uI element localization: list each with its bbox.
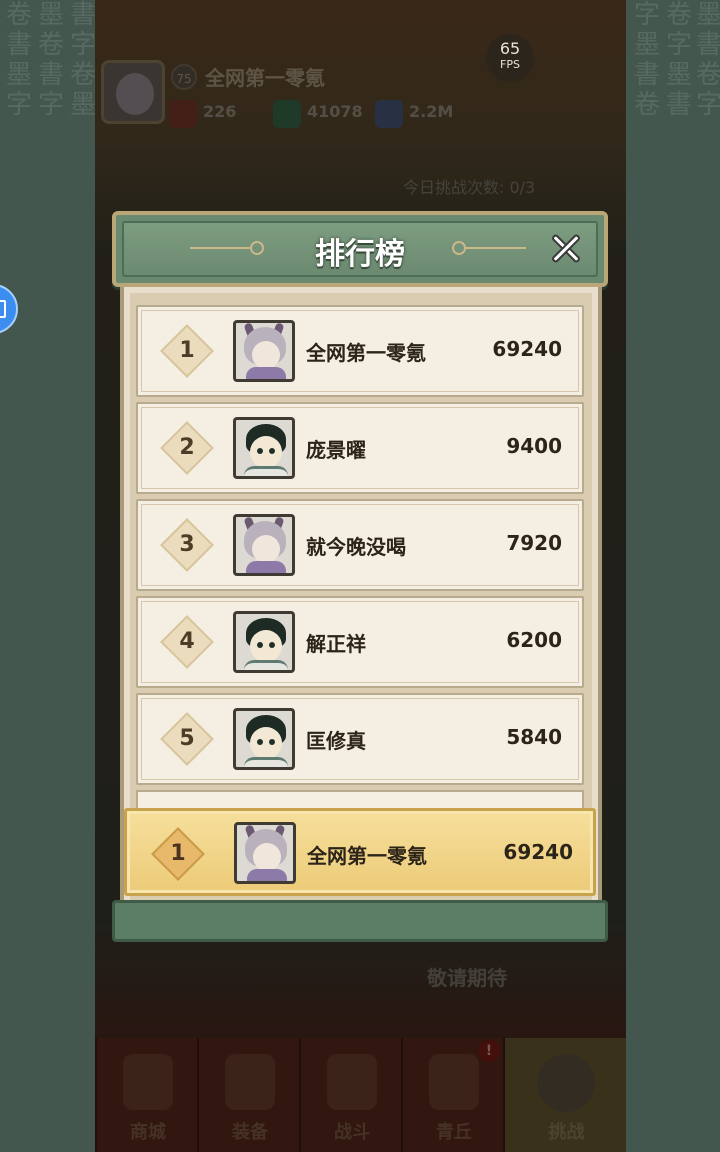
self-player-score: 69240 xyxy=(503,840,573,864)
boy-avatar xyxy=(233,708,295,770)
player-name: 就今晚没喝 xyxy=(306,535,406,559)
player-score: 69240 xyxy=(492,337,562,361)
rank-number: 4 xyxy=(179,629,195,654)
leaderboard-row[interactable]: 5 匡修真 5840 xyxy=(136,693,584,785)
clipboard-icon xyxy=(0,300,6,318)
boy-avatar xyxy=(233,611,295,673)
self-rank-row[interactable]: 1 全网第一零氪 69240 xyxy=(124,808,596,896)
rank-number: 3 xyxy=(179,532,195,557)
player-name: 匡修真 xyxy=(306,729,366,753)
self-player-name: 全网第一零氪 xyxy=(307,844,427,868)
player-name: 解正祥 xyxy=(306,632,366,656)
player-score: 6200 xyxy=(506,628,562,652)
leaderboard-row[interactable]: 1 全网第一零氪 69240 xyxy=(136,305,584,397)
leaderboard-row[interactable]: 4 解正祥 6200 xyxy=(136,596,584,688)
leaderboard-header: 排行榜 xyxy=(112,211,608,287)
horned-avatar xyxy=(234,822,296,884)
close-button[interactable] xyxy=(544,227,586,269)
player-score: 7920 xyxy=(506,531,562,555)
fps-counter: 65 FPS xyxy=(486,34,534,82)
boy-avatar xyxy=(233,417,295,479)
leaderboard-title: 排行榜 xyxy=(315,237,405,272)
leaderboard-footer xyxy=(112,900,608,942)
player-name: 庞景曜 xyxy=(306,438,366,462)
rank-number: 1 xyxy=(179,338,195,363)
player-score: 9400 xyxy=(506,434,562,458)
player-score: 5840 xyxy=(506,725,562,749)
horned-avatar xyxy=(233,514,295,576)
left-background-panel: 卷書墨字 墨卷書字 書字卷墨 xyxy=(6,0,95,120)
rank-number: 5 xyxy=(179,726,195,751)
right-background-panel: 字墨書卷 卷字墨書 墨書卷字 xyxy=(634,0,720,120)
leaderboard-row[interactable]: 3 就今晚没喝 7920 xyxy=(136,499,584,591)
self-rank-number: 1 xyxy=(170,841,186,866)
leaderboard-row[interactable]: 2 庞景曜 9400 xyxy=(136,402,584,494)
rank-number: 2 xyxy=(179,435,195,460)
player-name: 全网第一零氪 xyxy=(306,341,426,365)
leaderboard-row-partial[interactable] xyxy=(136,790,584,810)
horned-avatar xyxy=(233,320,295,382)
